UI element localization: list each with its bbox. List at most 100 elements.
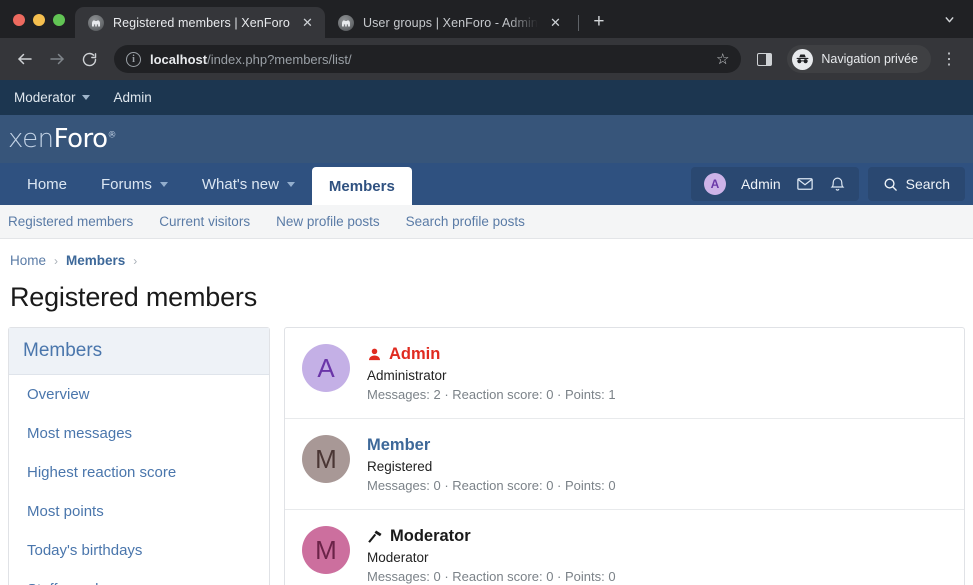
member-username[interactable]: Admin [389, 345, 440, 364]
browser-toolbar: i localhost/index.php?members/list/ ☆ Na… [0, 38, 973, 80]
nav-item-home[interactable]: Home [10, 163, 84, 205]
visitor-name: Admin [741, 176, 781, 192]
chevron-down-icon[interactable] [160, 182, 168, 187]
inbox-icon[interactable] [796, 175, 814, 193]
search-label: Search [906, 176, 950, 192]
window-controls [0, 14, 75, 38]
subnav-item-registered-members[interactable]: Registered members [8, 214, 133, 229]
member-user-title: Registered [367, 459, 616, 474]
member-name-row: Admin [367, 345, 616, 364]
sidebar-item-overview[interactable]: Overview [9, 375, 269, 414]
address-bar[interactable]: i localhost/index.php?members/list/ ☆ [114, 45, 741, 73]
page-body: Home › Members › Registered members Memb… [0, 239, 973, 585]
forward-button[interactable] [42, 44, 72, 74]
member-list-item[interactable]: M Member Registered Messages: 0 · Reacti… [285, 419, 964, 510]
close-window-button[interactable] [13, 14, 25, 26]
maximize-window-button[interactable] [53, 14, 65, 26]
browser-menu-button[interactable]: ⋮ [933, 44, 963, 74]
nav-item-label: Forums [101, 176, 152, 193]
nav-item-label: What's new [202, 176, 279, 193]
close-tab-icon[interactable]: ✕ [547, 14, 564, 31]
browser-window: Registered members | XenForo ✕ User grou… [0, 0, 973, 585]
tab-title: Registered members | XenForo [113, 16, 290, 30]
back-button[interactable] [10, 44, 40, 74]
breadcrumb-item-home[interactable]: Home [10, 253, 46, 268]
main-navigation: Home Forums What's new Members A Admin [0, 163, 973, 205]
side-panel-icon[interactable] [749, 44, 779, 74]
logo-text-bold: Foro [54, 124, 108, 154]
avatar: A [704, 173, 726, 195]
member-stats: Messages: 0 · Reaction score: 0 · Points… [367, 478, 616, 493]
sidebar-item-staff-members[interactable]: Staff members [9, 570, 269, 585]
visitor-menu[interactable]: A Admin [691, 167, 859, 201]
admin-link[interactable]: Admin [114, 90, 152, 105]
site-info-icon[interactable]: i [126, 52, 141, 67]
member-user-title: Moderator [367, 550, 616, 565]
member-list-item[interactable]: A Admin Administrator Messages: 2 · Reac… [285, 328, 964, 419]
nav-item-whats-new[interactable]: What's new [185, 163, 312, 205]
gavel-icon [367, 529, 383, 545]
breadcrumb-item-members[interactable]: Members [66, 253, 125, 268]
sidebar-item-highest-reaction-score[interactable]: Highest reaction score [9, 453, 269, 492]
user-icon [367, 347, 382, 362]
subnav-item-search-profile-posts[interactable]: Search profile posts [406, 214, 525, 229]
nav-item-forums[interactable]: Forums [84, 163, 185, 205]
sidebar-item-todays-birthdays[interactable]: Today's birthdays [9, 531, 269, 570]
incognito-indicator[interactable]: Navigation privée [787, 45, 931, 73]
nav-item-label: Members [329, 178, 395, 195]
subnav-item-current-visitors[interactable]: Current visitors [159, 214, 250, 229]
url-host: localhost [150, 52, 207, 67]
incognito-label: Navigation privée [821, 52, 918, 66]
avatar[interactable]: A [302, 344, 350, 392]
nav-right: A Admin Search [691, 163, 965, 205]
member-username[interactable]: Moderator [390, 527, 471, 546]
member-name-row: Member [367, 436, 616, 455]
search-button[interactable]: Search [868, 167, 965, 201]
xenforo-logo[interactable]: xenForo® [8, 124, 125, 154]
nav-items: Home Forums What's new Members [0, 163, 412, 205]
member-username[interactable]: Member [367, 436, 430, 455]
logo-trademark: ® [108, 130, 117, 140]
chevron-right-icon: › [133, 254, 137, 268]
subnav-item-new-profile-posts[interactable]: New profile posts [276, 214, 380, 229]
reload-button[interactable] [74, 44, 104, 74]
browser-tab-1[interactable]: Registered members | XenForo ✕ [75, 7, 325, 38]
members-sidebar: Members Overview Most messages Highest r… [8, 327, 270, 585]
avatar[interactable]: M [302, 435, 350, 483]
chevron-right-icon: › [54, 254, 58, 268]
member-info: Member Registered Messages: 0 · Reaction… [367, 435, 616, 493]
minimize-window-button[interactable] [33, 14, 45, 26]
tab-separator [578, 15, 579, 31]
sidebar-item-most-messages[interactable]: Most messages [9, 414, 269, 453]
xenforo-favicon [338, 15, 354, 31]
tab-strip: Registered members | XenForo ✕ User grou… [0, 0, 973, 38]
moderator-menu[interactable]: Moderator [14, 90, 90, 105]
admin-strip: Moderator Admin [0, 80, 973, 115]
breadcrumb: Home › Members › [8, 239, 965, 276]
member-info: Admin Administrator Messages: 2 · Reacti… [367, 344, 616, 402]
browser-tab-2[interactable]: User groups | XenForo - Admin ✕ [325, 7, 573, 38]
url-text: localhost/index.php?members/list/ [150, 52, 701, 67]
new-tab-button[interactable]: + [585, 8, 613, 36]
moderator-menu-label: Moderator [14, 90, 76, 105]
logo-bar: xenForo® [0, 115, 973, 163]
member-list: A Admin Administrator Messages: 2 · Reac… [284, 327, 965, 585]
logo-text-light: xen [8, 124, 54, 154]
chevron-down-icon[interactable] [935, 5, 963, 33]
xenforo-favicon [88, 15, 104, 31]
chevron-down-icon[interactable] [287, 182, 295, 187]
avatar[interactable]: M [302, 526, 350, 574]
sidebar-item-most-points[interactable]: Most points [9, 492, 269, 531]
nav-item-label: Home [27, 176, 67, 193]
page-title: Registered members [8, 276, 965, 327]
tab-title: User groups | XenForo - Admin [363, 16, 538, 30]
sidebar-heading: Members [9, 328, 269, 375]
nav-item-members[interactable]: Members [312, 167, 412, 205]
member-stats: Messages: 2 · Reaction score: 0 · Points… [367, 387, 616, 402]
alerts-bell-icon[interactable] [829, 176, 846, 193]
search-icon [883, 177, 898, 192]
member-name-row: Moderator [367, 527, 616, 546]
close-tab-icon[interactable]: ✕ [299, 14, 316, 31]
member-list-item[interactable]: M Moderator Moderator Messages: 0 · Reac… [285, 510, 964, 585]
bookmark-star-icon[interactable]: ☆ [710, 50, 735, 68]
